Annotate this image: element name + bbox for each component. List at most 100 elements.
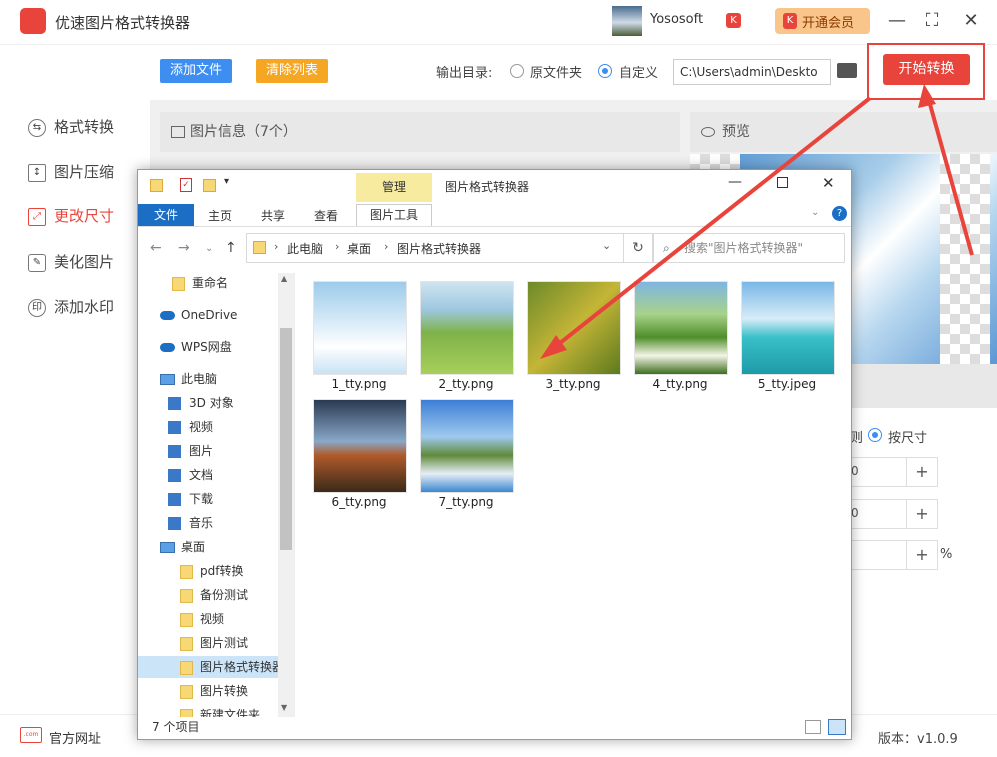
minimize-icon[interactable]: —: [728, 174, 742, 190]
tree-scrollbar-thumb[interactable]: [280, 328, 292, 550]
folder-icon[interactable]: [837, 63, 857, 78]
tree-item[interactable]: 桌面: [138, 536, 278, 558]
sidebar-item-watermark[interactable]: 印添加水印: [28, 296, 114, 320]
breadcrumb-item[interactable]: 此电脑: [287, 240, 323, 257]
library-icon: [168, 517, 181, 530]
file-item[interactable]: 6_tty.png: [304, 399, 414, 514]
tree-item[interactable]: 备份测试: [138, 584, 278, 606]
tree-item-label: WPS网盘: [181, 340, 232, 354]
percent-plus-button[interactable]: +: [906, 541, 937, 569]
tree-item[interactable]: 新建文件夹: [138, 704, 278, 717]
address-bar[interactable]: › 此电脑 › 桌面 › 图片格式转换器 ⌄: [246, 233, 624, 263]
chevron-down-icon[interactable]: ⌄: [602, 239, 611, 252]
tab-manage[interactable]: 管理: [356, 173, 432, 202]
tree-item[interactable]: 图片转换: [138, 680, 278, 702]
official-site-link[interactable]: 官方网址: [49, 728, 101, 747]
new-folder-icon[interactable]: [203, 179, 216, 192]
tree-item[interactable]: OneDrive: [138, 304, 278, 326]
add-file-button[interactable]: 添加文件: [160, 59, 232, 83]
vip-button[interactable]: K 开通会员: [775, 8, 870, 34]
image-thumbnail: [420, 399, 514, 493]
file-item[interactable]: 5_tty.jpeg: [732, 281, 842, 396]
radio-by-size[interactable]: [868, 428, 882, 442]
tab-home[interactable]: 主页: [208, 205, 232, 227]
sidebar-item-beautify[interactable]: ✎ 美化图片: [28, 251, 114, 275]
back-arrow-icon[interactable]: ←: [150, 240, 162, 256]
output-path-input[interactable]: C:\Users\admin\Deskto: [673, 59, 831, 85]
tree-item[interactable]: 视频: [138, 608, 278, 630]
quick-access-dropdown-icon[interactable]: ▾: [224, 176, 229, 187]
percent-field[interactable]: +: [850, 540, 938, 570]
tree-item[interactable]: pdf转换: [138, 560, 278, 582]
tab-share[interactable]: 共享: [261, 205, 285, 227]
tree-item[interactable]: 3D 对象: [138, 392, 278, 414]
watermark-icon: 印: [28, 298, 46, 317]
scroll-down-icon[interactable]: ▼: [281, 703, 287, 712]
eye-icon: [701, 127, 715, 137]
search-icon: ⌕: [663, 241, 670, 255]
tree-item[interactable]: 视频: [138, 416, 278, 438]
cloud-icon: [160, 311, 175, 320]
file-item[interactable]: 7_tty.png: [411, 399, 521, 514]
width-plus-button[interactable]: +: [906, 458, 937, 486]
tree-item[interactable]: 下载: [138, 488, 278, 510]
help-icon[interactable]: ?: [832, 206, 847, 221]
tree-item-label: 图片: [189, 444, 214, 458]
details-view-icon[interactable]: [805, 720, 821, 734]
height-field[interactable]: 0 +: [850, 499, 938, 529]
tree-item[interactable]: 音乐: [138, 512, 278, 534]
tab-picture-tools[interactable]: 图片工具: [356, 204, 432, 226]
tab-file[interactable]: 文件: [138, 204, 194, 226]
chevron-right-icon: ›: [384, 240, 389, 253]
tree-item-label: pdf转换: [200, 564, 244, 578]
app-title: 优速图片格式转换器: [55, 14, 191, 32]
file-item[interactable]: 4_tty.png: [625, 281, 735, 396]
radio-original-folder[interactable]: [510, 64, 524, 78]
sidebar-item-compress[interactable]: ↕ 图片压缩: [28, 161, 114, 185]
username[interactable]: Yososoft: [650, 12, 703, 27]
breadcrumb-item[interactable]: 图片格式转换器: [397, 240, 481, 257]
recent-dropdown-icon[interactable]: ⌄: [205, 243, 213, 254]
sidebar-item-format[interactable]: ⇆ 格式转换: [28, 116, 114, 140]
breadcrumb-item[interactable]: 桌面: [347, 240, 371, 257]
ribbon-expand-icon[interactable]: ⌄: [811, 207, 819, 218]
tree-item[interactable]: 文档: [138, 464, 278, 486]
radio-original-label: 原文件夹: [530, 66, 583, 81]
tab-view[interactable]: 查看: [314, 205, 338, 227]
tree-item[interactable]: 此电脑: [138, 368, 278, 390]
width-field[interactable]: 0 +: [850, 457, 938, 487]
file-item[interactable]: 3_tty.png: [518, 281, 628, 396]
vip-k-icon: K: [783, 13, 797, 29]
maximize-icon[interactable]: ⛶: [919, 8, 945, 34]
close-icon[interactable]: ✕: [822, 174, 835, 192]
minimize-icon[interactable]: —: [884, 8, 910, 34]
tree-item[interactable]: 图片格式转换器: [138, 656, 278, 678]
height-plus-button[interactable]: +: [906, 500, 937, 528]
tree-item-label: 桌面: [181, 540, 206, 554]
clear-list-button[interactable]: 清除列表: [256, 59, 328, 83]
file-item[interactable]: 2_tty.png: [411, 281, 521, 396]
tree-item-label: OneDrive: [181, 308, 238, 322]
sidebar-item-resize[interactable]: ⤢ 更改尺寸: [28, 205, 114, 229]
tree-item[interactable]: 重命名: [138, 272, 278, 294]
tree-item[interactable]: 图片: [138, 440, 278, 462]
large-icons-view-icon[interactable]: [828, 719, 846, 735]
radio-custom-folder[interactable]: [598, 64, 612, 78]
folder-icon: [180, 684, 193, 699]
tree-item[interactable]: 图片测试: [138, 632, 278, 654]
close-icon[interactable]: ✕: [958, 8, 984, 34]
search-input[interactable]: ⌕ 搜索"图片格式转换器": [653, 233, 845, 263]
file-item[interactable]: 1_tty.png: [304, 281, 414, 396]
up-arrow-icon[interactable]: ↑: [225, 240, 237, 256]
sidebar-item-label: 美化图片: [54, 253, 115, 271]
forward-arrow-icon[interactable]: →: [178, 240, 190, 256]
refresh-icon[interactable]: ↻: [623, 233, 653, 263]
tree-item-label: 此电脑: [181, 372, 218, 386]
tree-item[interactable]: WPS网盘: [138, 336, 278, 358]
maximize-icon[interactable]: [777, 177, 788, 188]
settings-header: [850, 364, 997, 408]
scroll-up-icon[interactable]: ▲: [281, 274, 287, 283]
properties-icon[interactable]: ✓: [180, 178, 192, 192]
avatar[interactable]: [612, 6, 642, 36]
website-icon: .com: [20, 727, 42, 743]
